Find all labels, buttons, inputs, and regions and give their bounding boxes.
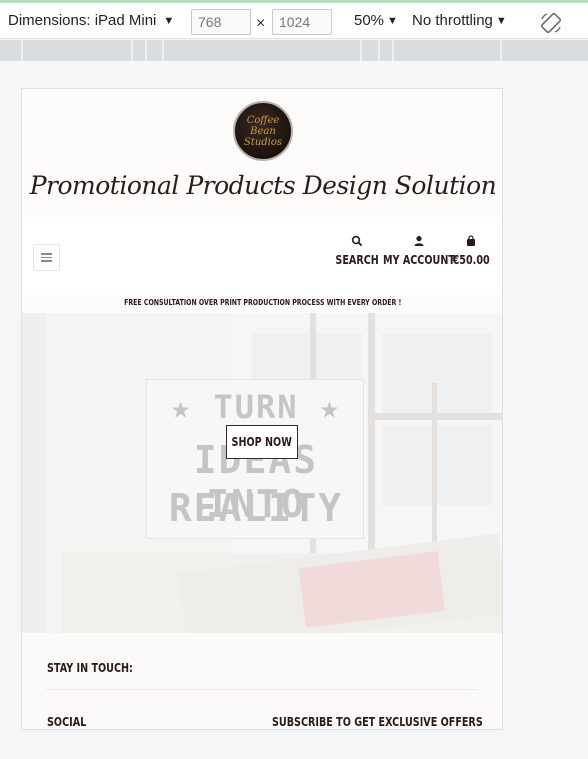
footer-divider — [46, 689, 478, 690]
device-toolbar: Dimensions: iPad Mini ▼ × 50% ▼ No throt… — [0, 3, 588, 39]
nav-cart[interactable]: €50.00 — [448, 235, 494, 267]
throttling-selector[interactable]: No throttling ▼ — [412, 12, 507, 29]
footer-social-heading: SOCIAL — [47, 715, 87, 729]
site-logo[interactable]: Coffee Bean Studios — [233, 101, 293, 161]
height-input[interactable] — [272, 9, 332, 35]
width-input[interactable] — [191, 9, 251, 35]
zoom-selector[interactable]: 50% ▼ — [354, 12, 398, 29]
chevron-down-icon: ▼ — [387, 14, 398, 27]
device-viewport: Coffee Bean Studios Promotional Products… — [21, 88, 503, 730]
throttling-label: No throttling — [412, 12, 493, 29]
promo-text: FREE CONSULTATION OVER PRINT PRODUCTION … — [124, 298, 402, 307]
footer-stay-in-touch: STAY IN TOUCH: — [47, 661, 133, 675]
main-navigation: SEARCH MY ACCOUNT €50.00 — [22, 217, 502, 295]
nav-my-account-label: MY ACCOUNT — [382, 253, 455, 267]
chevron-down-icon: ▼ — [495, 14, 507, 27]
device-selector[interactable]: Dimensions: iPad Mini ▼ — [8, 12, 174, 29]
search-icon — [351, 235, 363, 247]
device-selector-label: Dimensions: iPad Mini — [8, 12, 157, 29]
hamburger-icon[interactable] — [33, 244, 60, 271]
nav-search-label: SEARCH — [335, 253, 379, 267]
footer: STAY IN TOUCH: SOCIAL SUBSCRIBE TO GET E… — [22, 633, 502, 729]
logo-text: Coffee Bean Studios — [243, 114, 283, 148]
promo-banner: FREE CONSULTATION OVER PRINT PRODUCTION … — [22, 295, 502, 313]
nav-cart-total: €50.00 — [452, 253, 490, 267]
user-icon — [414, 236, 424, 246]
shop-now-button[interactable]: SHOP NOW — [226, 425, 298, 459]
rotate-icon[interactable] — [539, 11, 563, 35]
shopping-bag-icon — [467, 235, 476, 246]
zoom-label: 50% — [354, 12, 385, 29]
footer-subscribe-heading: SUBSCRIBE TO GET EXCLUSIVE OFFERS — [272, 715, 483, 729]
media-query-ruler[interactable] — [0, 40, 588, 61]
shop-now-label: SHOP NOW — [231, 435, 293, 449]
site-title: Promotional Products Design Solution — [29, 171, 497, 200]
times-sign: × — [256, 15, 266, 32]
hero-banner: ★ TURN ★ IDEAS INTO REALITY SHOP NOW — [22, 313, 502, 633]
chevron-down-icon: ▼ — [163, 14, 175, 27]
